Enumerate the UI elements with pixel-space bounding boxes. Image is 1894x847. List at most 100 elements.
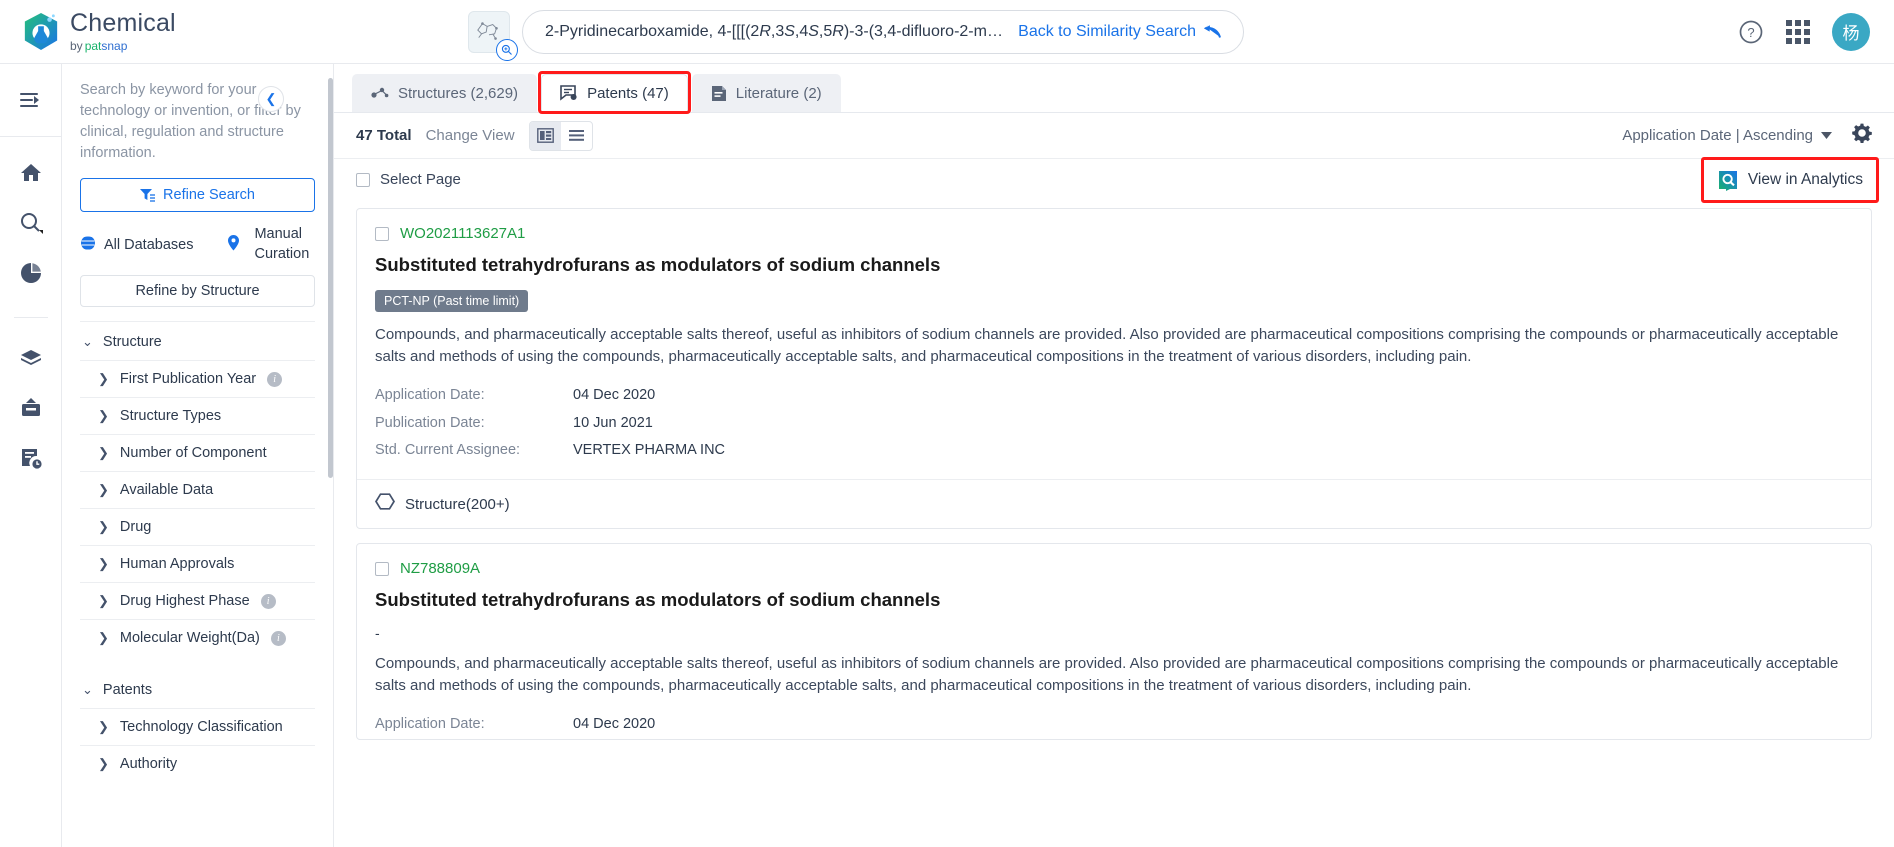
facet-label: Structure Types [119, 408, 222, 425]
help-circle-icon[interactable]: ? [1738, 19, 1764, 45]
result-checkbox[interactable] [375, 561, 389, 576]
hexagon-structure-icon [375, 493, 395, 515]
form-clock-icon [21, 449, 43, 470]
facet-authority[interactable]: ❯ Authority [80, 745, 315, 782]
back-link-label: Back to Similarity Search [1018, 22, 1196, 40]
svg-text:?: ? [1747, 25, 1754, 40]
literature-icon [711, 86, 726, 101]
refine-search-button[interactable]: Refine Search [80, 178, 315, 213]
location-pin-icon [227, 234, 240, 255]
result-title[interactable]: Substituted tetrahydrofurans as modulato… [375, 254, 1853, 276]
facet-human-approvals[interactable]: ❯ Human Approvals [80, 545, 315, 582]
filter-panel-inner: Search by keyword for your technology or… [62, 64, 333, 782]
facet-group-header-patents[interactable]: ⌄ Patents [80, 670, 315, 708]
facet-first-publication-year[interactable]: ❯ First Publication Year i [80, 360, 315, 397]
sort-area: Application Date | Ascending [1622, 123, 1872, 148]
filter-panel-scrollbar[interactable] [328, 78, 333, 478]
result-patent-id[interactable]: NZ788809A [400, 560, 480, 577]
rail-upload[interactable] [9, 386, 53, 430]
home-icon [20, 164, 41, 181]
rail-search[interactable] [9, 201, 53, 245]
refine-search-label: Refine Search [163, 187, 255, 204]
rail-expand-menu[interactable] [9, 78, 53, 122]
search-icon [20, 213, 43, 234]
structure-thumbnail[interactable] [468, 10, 518, 61]
facet-label: Number of Component [119, 445, 267, 462]
filter-icon [140, 189, 156, 202]
patent-icon [560, 85, 577, 101]
result-card: WO2021113627A1 Substituted tetrahydrofur… [356, 208, 1872, 530]
result-structure-count[interactable]: Structure(200+) [405, 496, 510, 513]
result-checkbox[interactable] [375, 226, 389, 241]
facet-drug[interactable]: ❯ Drug [80, 508, 315, 545]
sort-dropdown[interactable]: Application Date | Ascending [1622, 127, 1832, 144]
select-page-checkbox[interactable] [356, 172, 370, 187]
brand-by: by [70, 39, 83, 53]
brand-subtitle: by patsnap [70, 40, 176, 52]
rail-history[interactable] [9, 436, 53, 480]
magnify-icon[interactable] [496, 38, 518, 61]
result-card: NZ788809A Substituted tetrahydrofurans a… [356, 543, 1872, 740]
result-title[interactable]: Substituted tetrahydrofurans as modulato… [375, 589, 1853, 611]
facet-available-data[interactable]: ❯ Available Data [80, 471, 315, 508]
tab-literature[interactable]: Literature (2) [691, 74, 841, 112]
brand[interactable]: Chemical by patsnap [0, 11, 300, 52]
search-box[interactable]: 2-Pyridinecarboxamide, 4-[[[(2R,3S,4S,5R… [522, 9, 1244, 54]
back-to-similarity-search-link[interactable]: Back to Similarity Search [1018, 23, 1221, 41]
meta-value: 04 Dec 2020 [573, 716, 656, 733]
view-in-analytics-wrapper: View in Analytics [1700, 156, 1880, 203]
list-view-icon[interactable] [561, 122, 592, 150]
meta-row: Application Date: 04 Dec 2020 [375, 711, 1853, 739]
facet-group-header-structure[interactable]: ⌄ Structure [80, 322, 315, 360]
facet-structure-types[interactable]: ❯ Structure Types [80, 397, 315, 434]
icon-rail [0, 64, 62, 847]
result-status-placeholder: - [375, 625, 380, 642]
avatar[interactable]: 杨 [1832, 12, 1870, 51]
rail-analytics[interactable] [9, 251, 53, 295]
card-view-icon[interactable] [529, 121, 561, 150]
chevron-right-icon: ❯ [98, 630, 109, 646]
rail-library[interactable] [9, 336, 53, 380]
facet-drug-highest-phase[interactable]: ❯ Drug Highest Phase i [80, 582, 315, 619]
rail-home[interactable] [9, 151, 53, 195]
database-scope-row[interactable]: All Databases Manual Curation [77, 225, 315, 264]
inbox-upload-icon [21, 398, 40, 416]
app-root: Chemical by patsnap 2-Pyridinecarboxamid… [0, 0, 1894, 847]
rail-divider-top [0, 136, 62, 137]
tab-structures[interactable]: Structures (2,629) [352, 74, 538, 112]
info-icon[interactable]: i [270, 630, 286, 646]
facet-technology-classification[interactable]: ❯ Technology Classification [80, 708, 315, 745]
results-list: WO2021113627A1 Substituted tetrahydrofur… [334, 200, 1894, 847]
chevron-right-icon: ❯ [98, 408, 109, 424]
search-query-text[interactable]: 2-Pyridinecarboxamide, 4-[[[(2R,3S,4S,5R… [545, 23, 1008, 41]
chevron-right-icon: ❯ [98, 756, 109, 772]
meta-key: Publication Date: [375, 414, 485, 431]
filter-panel: Search by keyword for your technology or… [62, 64, 334, 847]
info-icon[interactable]: i [267, 371, 283, 387]
refine-by-structure-button[interactable]: Refine by Structure [80, 275, 315, 308]
facet-label: Authority [119, 756, 178, 773]
facet-number-of-component[interactable]: ❯ Number of Component [80, 434, 315, 471]
top-bar: Chemical by patsnap 2-Pyridinecarboxamid… [0, 0, 1894, 64]
select-page-label[interactable]: Select Page [380, 171, 461, 188]
facet-molecular-weight[interactable]: ❯ Molecular Weight(Da) i [80, 619, 315, 656]
manual-curation-label: Manual Curation [254, 226, 310, 262]
brand-title: Chemical [70, 9, 176, 37]
brand-pat: pat [84, 39, 102, 53]
result-id-row: NZ788809A [375, 560, 1853, 577]
info-icon[interactable]: i [260, 593, 276, 609]
result-patent-id[interactable]: WO2021113627A1 [400, 225, 525, 242]
chemical-logo-icon [22, 12, 60, 52]
collapse-panel-button[interactable]: ❮ [258, 86, 284, 112]
change-view-label[interactable]: Change View [426, 127, 515, 144]
meta-row: Publication Date: 10 Jun 2021 [375, 410, 1853, 438]
chevron-down-icon [1821, 132, 1832, 139]
grid-apps-icon[interactable] [1786, 19, 1810, 44]
result-meta: Application Date: 04 Dec 2020 Publicatio… [375, 382, 1853, 465]
result-abstract: Compounds, and pharmaceutically acceptab… [375, 655, 1839, 695]
tab-patents[interactable]: Patents (47) [538, 71, 691, 114]
tab-label: Patents (47) [587, 85, 669, 102]
view-in-analytics-button[interactable]: View in Analytics [1707, 163, 1872, 196]
tab-label: Structures (2,629) [398, 85, 519, 102]
gear-icon[interactable] [1852, 123, 1872, 148]
